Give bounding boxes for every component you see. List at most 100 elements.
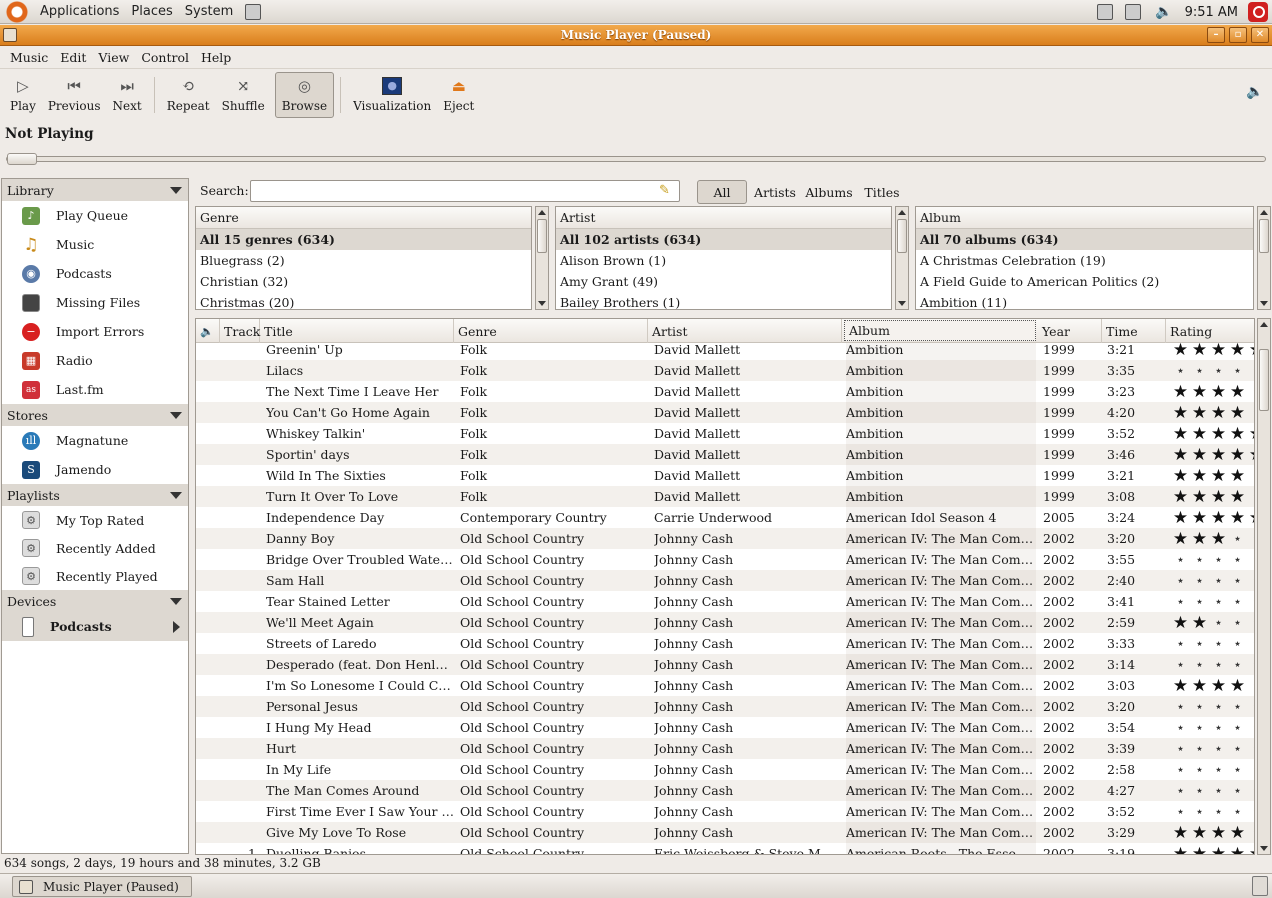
menu-control[interactable]: Control	[135, 50, 195, 65]
star-filled-icon[interactable]: ★	[1190, 424, 1209, 444]
artist-item[interactable]: Alison Brown (1)	[556, 250, 891, 271]
star-empty-icon[interactable]: ★	[1209, 745, 1228, 753]
sidebar-header-library[interactable]: Library	[2, 179, 188, 201]
star-empty-icon[interactable]: ★	[1228, 787, 1247, 795]
table-row[interactable]: You Can't Go Home Again Folk David Mallett…	[196, 402, 1254, 423]
table-row[interactable]: Bridge Over Troubled Water (f... Old Scho…	[196, 549, 1254, 570]
star-empty-icon[interactable]: ★	[1228, 577, 1247, 585]
star-empty-icon[interactable]: ★	[1209, 661, 1228, 669]
star-empty-icon[interactable]: ★	[1171, 766, 1190, 774]
star-filled-icon[interactable]: ★	[1190, 403, 1209, 423]
rating-stars[interactable]: ★★★★★	[1171, 780, 1254, 801]
star-filled-icon[interactable]: ★	[1209, 403, 1228, 423]
star-empty-icon[interactable]: ★	[1209, 598, 1228, 606]
star-filled-icon[interactable]: ★	[1171, 529, 1190, 549]
star-filled-icon[interactable]: ★	[1171, 676, 1190, 696]
genre-item[interactable]: Christmas (20)	[196, 292, 531, 309]
star-filled-icon[interactable]: ★	[1190, 613, 1209, 633]
table-row[interactable]: We'll Meet Again Old School Country Johnny…	[196, 612, 1254, 633]
table-row[interactable]: Streets of Laredo Old School Country Johnn…	[196, 633, 1254, 654]
play-button[interactable]: ▷ Play	[4, 72, 42, 118]
star-filled-icon[interactable]: ★	[1190, 676, 1209, 696]
star-filled-icon[interactable]: ★	[1209, 424, 1228, 444]
star-filled-icon[interactable]: ★	[1247, 844, 1254, 855]
star-empty-icon[interactable]: ★	[1228, 661, 1247, 669]
star-filled-icon[interactable]: ★	[1190, 487, 1209, 507]
star-empty-icon[interactable]: ★	[1228, 598, 1247, 606]
table-row[interactable]: Lilacs Folk David Mallett Ambition 1999 3:35 ★…	[196, 360, 1254, 381]
column-header-artist[interactable]: Artist	[648, 319, 842, 343]
star-filled-icon[interactable]: ★	[1190, 508, 1209, 528]
genre-item[interactable]: All 15 genres (634)	[196, 229, 531, 250]
column-header-album[interactable]: Album	[844, 320, 1036, 341]
genre-column-header[interactable]: Genre	[196, 207, 531, 229]
star-filled-icon[interactable]: ★	[1171, 466, 1190, 486]
window-titlebar[interactable]: Music Player (Paused) – ▫ ✕	[0, 25, 1272, 46]
table-row[interactable]: Tear Stained Letter Old School Country Joh…	[196, 591, 1254, 612]
table-row[interactable]: Turn It Over To Love Folk David Mallett Amb…	[196, 486, 1254, 507]
table-row[interactable]: Personal Jesus Old School Country Johnny C…	[196, 696, 1254, 717]
table-row[interactable]: I Hung My Head Old School Country Johnny C…	[196, 717, 1254, 738]
star-empty-icon[interactable]: ★	[1247, 388, 1254, 396]
artist-column-header[interactable]: Artist	[556, 207, 891, 229]
star-filled-icon[interactable]: ★	[1228, 403, 1247, 423]
table-row[interactable]: The Next Time I Leave Her Folk David Malle…	[196, 381, 1254, 402]
star-empty-icon[interactable]: ★	[1171, 577, 1190, 585]
sidebar-item-device-podcasts[interactable]: Podcasts	[2, 612, 188, 641]
window-menu-icon[interactable]	[3, 28, 17, 42]
rating-stars[interactable]: ★★★★★	[1171, 570, 1254, 591]
trash-icon[interactable]	[1252, 876, 1268, 896]
rating-stars[interactable]: ★★★★★	[1171, 822, 1254, 843]
star-empty-icon[interactable]: ★	[1190, 766, 1209, 774]
star-filled-icon[interactable]: ★	[1171, 424, 1190, 444]
genre-item[interactable]: Christian (32)	[196, 271, 531, 292]
sidebar-item-recently-added[interactable]: ⚙ Recently Added	[2, 534, 188, 562]
artist-scrollbar[interactable]	[895, 206, 909, 310]
star-empty-icon[interactable]: ★	[1190, 577, 1209, 585]
star-empty-icon[interactable]: ★	[1247, 640, 1254, 648]
visualization-button[interactable]: ● Visualization	[347, 72, 437, 118]
album-item[interactable]: A Christmas Celebration (19)	[916, 250, 1253, 271]
rating-stars[interactable]: ★★★★★	[1171, 591, 1254, 612]
sidebar-item-my-top-rated[interactable]: ⚙ My Top Rated	[2, 506, 188, 534]
rating-stars[interactable]: ★★★★★	[1171, 423, 1254, 444]
column-header-track[interactable]: Track	[220, 319, 260, 343]
power-icon[interactable]	[1248, 2, 1268, 22]
sidebar-item-jamendo[interactable]: S Jamendo	[2, 455, 188, 484]
star-filled-icon[interactable]: ★	[1171, 823, 1190, 843]
close-button[interactable]: ✕	[1251, 27, 1269, 43]
star-empty-icon[interactable]: ★	[1247, 682, 1254, 690]
star-empty-icon[interactable]: ★	[1247, 556, 1254, 564]
shuffle-button[interactable]: ⤨ Shuffle	[216, 72, 271, 118]
table-row[interactable]: Desperado (feat. Don Henley) Old School C…	[196, 654, 1254, 675]
star-empty-icon[interactable]: ★	[1209, 640, 1228, 648]
search-input[interactable]: ✎	[250, 180, 680, 202]
star-filled-icon[interactable]: ★	[1228, 823, 1247, 843]
filter-all-button[interactable]: All	[697, 180, 747, 204]
filter-artists-button[interactable]: Artists	[752, 180, 798, 204]
star-filled-icon[interactable]: ★	[1171, 508, 1190, 528]
star-filled-icon[interactable]: ★	[1228, 487, 1247, 507]
rating-stars[interactable]: ★★★★★	[1171, 654, 1254, 675]
star-empty-icon[interactable]: ★	[1171, 808, 1190, 816]
table-row[interactable]: Sportin' days Folk David Mallett Ambition 19…	[196, 444, 1254, 465]
table-row[interactable]: Give My Love To Rose Old School Country Jo…	[196, 822, 1254, 843]
collapse-triangle-icon[interactable]	[170, 491, 182, 499]
album-item[interactable]: All 70 albums (634)	[916, 229, 1253, 250]
rating-stars[interactable]: ★★★★★	[1171, 738, 1254, 759]
star-empty-icon[interactable]: ★	[1171, 745, 1190, 753]
star-filled-icon[interactable]: ★	[1171, 445, 1190, 465]
star-empty-icon[interactable]: ★	[1228, 640, 1247, 648]
star-filled-icon[interactable]: ★	[1190, 382, 1209, 402]
star-empty-icon[interactable]: ★	[1190, 745, 1209, 753]
next-button[interactable]: ⏭ Next	[107, 72, 148, 118]
star-empty-icon[interactable]: ★	[1247, 472, 1254, 480]
rating-stars[interactable]: ★★★★★	[1171, 360, 1254, 381]
collapse-triangle-icon[interactable]	[170, 186, 182, 194]
star-empty-icon[interactable]: ★	[1171, 556, 1190, 564]
sidebar-item-recently-played[interactable]: ⚙ Recently Played	[2, 562, 188, 590]
song-table-scrollbar[interactable]	[1257, 318, 1271, 855]
star-empty-icon[interactable]: ★	[1171, 598, 1190, 606]
sidebar-item-radio[interactable]: ▦ Radio	[2, 346, 188, 375]
album-column-header[interactable]: Album	[916, 207, 1253, 229]
